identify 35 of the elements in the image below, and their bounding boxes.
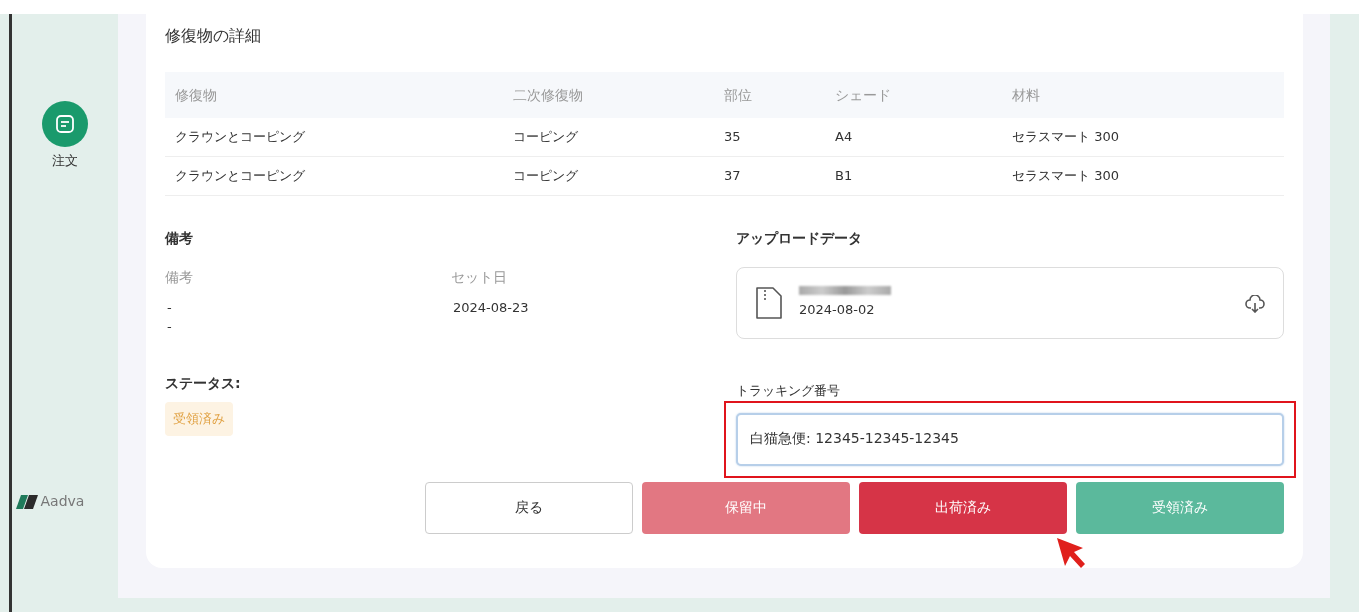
field-value: 2024-08-23 bbox=[452, 299, 530, 317]
column-header: シェード bbox=[825, 72, 1002, 118]
section-title: 修復物の詳細 bbox=[165, 25, 262, 47]
logo-text: Aadva bbox=[40, 492, 85, 511]
file-icon bbox=[755, 286, 783, 320]
column-header: 部位 bbox=[714, 72, 825, 118]
action-button[interactable]: 戻る bbox=[425, 481, 633, 534]
tracking-number-field[interactable]: 白猫急便: 12345-12345-12345 bbox=[736, 412, 1284, 466]
field-label: セット日 bbox=[451, 268, 508, 287]
table-cell: コーピング bbox=[503, 157, 714, 196]
column-header: 修復物 bbox=[165, 72, 503, 118]
table-cell: コーピング bbox=[503, 118, 714, 157]
field-value: - bbox=[166, 318, 173, 336]
file-date: 2024-08-02 bbox=[799, 301, 876, 320]
logo-icon bbox=[15, 494, 38, 509]
action-button[interactable]: 出荷済み bbox=[859, 481, 1067, 534]
document-icon bbox=[55, 114, 75, 134]
table-cell: 35 bbox=[714, 118, 825, 157]
section-heading: 備考 bbox=[165, 229, 194, 248]
column-header: 材料 bbox=[1002, 72, 1284, 118]
field-label: トラッキング番号 bbox=[736, 382, 841, 400]
field-value: - bbox=[166, 299, 173, 317]
section-heading: アップロードデータ bbox=[736, 229, 863, 248]
table-cell: A4 bbox=[825, 118, 1002, 157]
table-cell: セラスマート 300 bbox=[1002, 157, 1284, 196]
field-label: 備考 bbox=[165, 268, 194, 287]
table-cell: 37 bbox=[714, 157, 825, 196]
status-badge: 受領済み bbox=[165, 402, 233, 436]
status-label: ステータス: bbox=[165, 374, 242, 393]
column-header: 二次修復物 bbox=[503, 72, 714, 118]
cloud-download-icon[interactable] bbox=[1245, 294, 1265, 313]
table-cell: B1 bbox=[825, 157, 1002, 196]
table-cell: セラスマート 300 bbox=[1002, 118, 1284, 157]
table-cell: クラウンとコーピング bbox=[165, 157, 503, 196]
table-cell: クラウンとコーピング bbox=[165, 118, 503, 157]
